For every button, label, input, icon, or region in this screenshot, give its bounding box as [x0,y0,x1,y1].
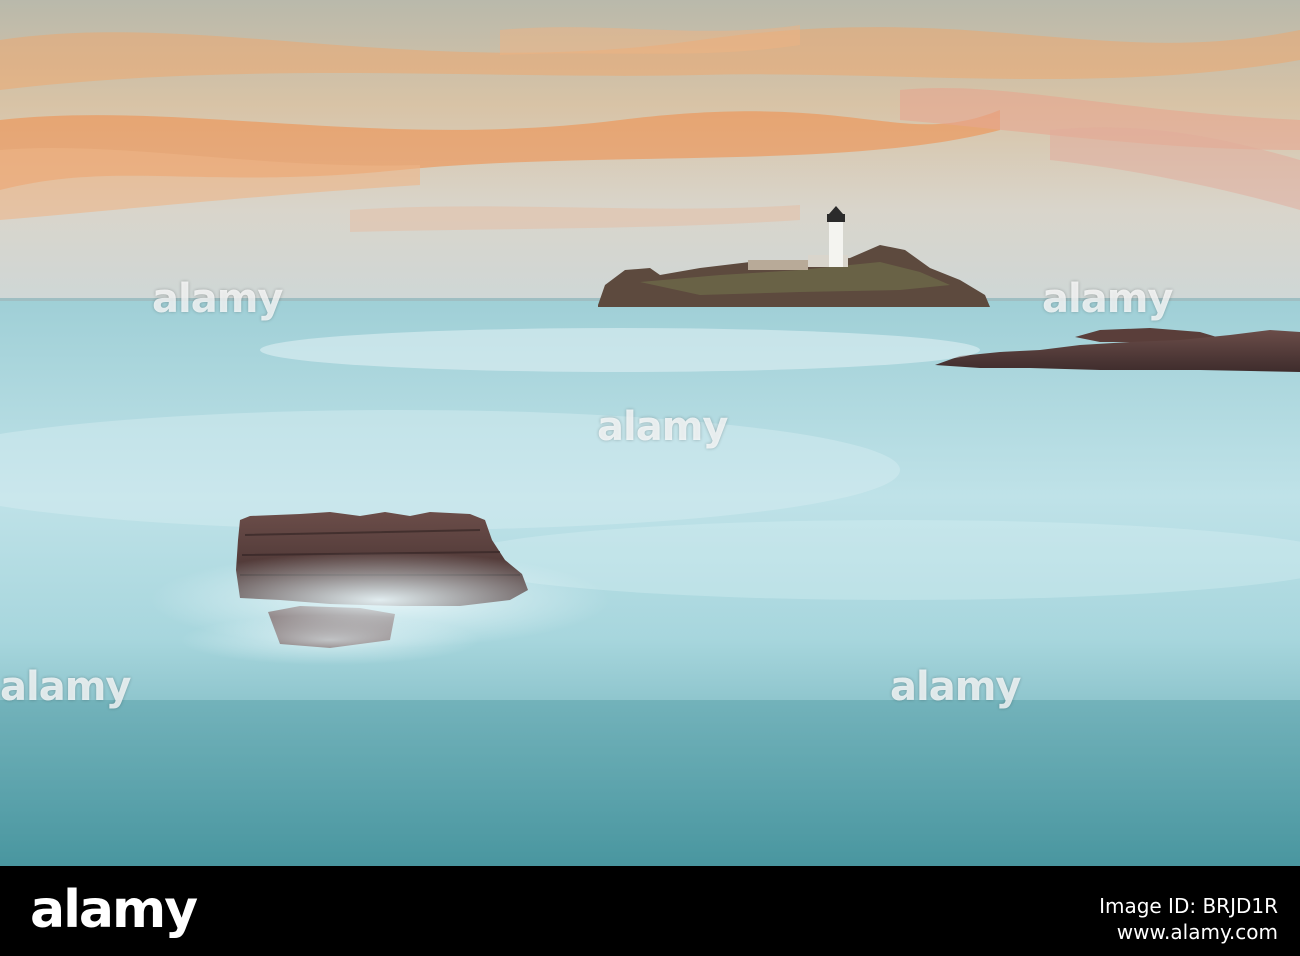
seascape-illustration [0,0,1300,866]
photo-stage: alamy alamy alamy alamy alamy alamy Imag… [0,0,1300,956]
seascape-photo: alamy alamy alamy alamy alamy [0,0,1300,866]
site-url: www.alamy.com [1116,920,1278,944]
image-id: Image ID: BRJD1R [1099,894,1278,918]
lighthouse [829,222,843,267]
alamy-logo: alamy [30,880,198,940]
footer-bar: alamy Image ID: BRJD1R www.alamy.com [0,866,1300,956]
